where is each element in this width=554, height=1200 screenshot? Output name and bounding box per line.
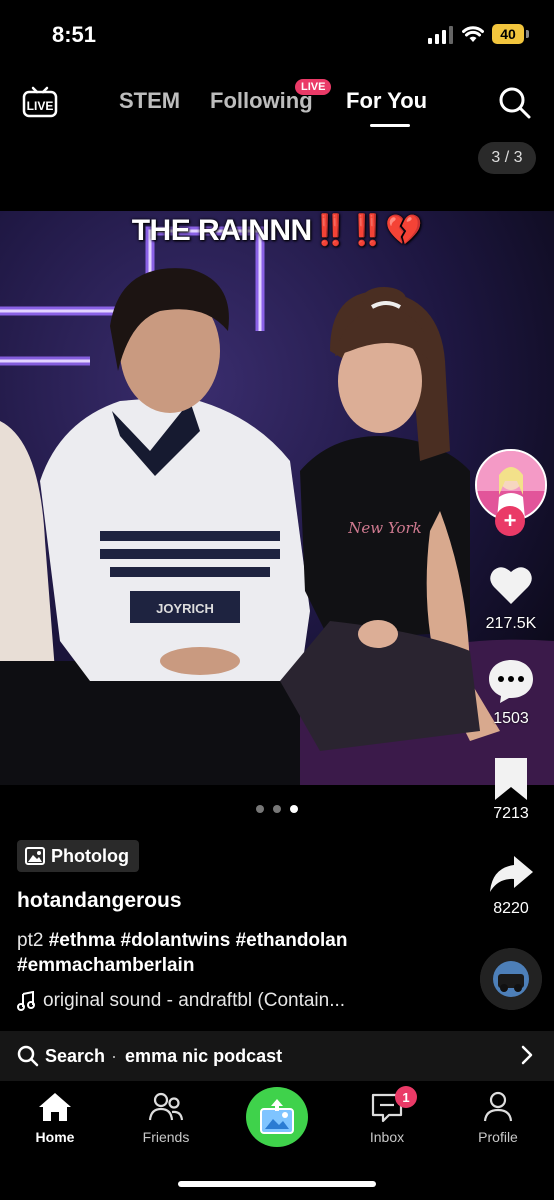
nav-friends-label: Friends [142,1129,190,1145]
photo-caption-text: THE RAINNN [131,214,313,247]
hashtags[interactable]: #ethma #dolantwins #ethandolan #emmacham… [17,930,347,976]
save-count: 7213 [493,805,529,822]
home-icon [39,1093,71,1121]
nav-home[interactable]: Home [5,1091,105,1145]
post-photo[interactable]: JOYRICH New York [0,211,554,785]
home-indicator[interactable] [178,1181,376,1187]
shirt-text: JOYRICH [156,601,214,616]
search-suggestion-bar[interactable]: Search · emma nic podcast [0,1031,554,1081]
photo-icon [25,847,45,865]
status-time: 8:51 [52,22,97,47]
like-count: 217.5K [485,615,537,632]
comment-count: 1503 [493,710,529,727]
create-photo-button[interactable] [246,1087,308,1147]
sound-disc[interactable] [480,948,542,1010]
active-tab-indicator [370,124,410,127]
description-prefix: pt2 [17,930,49,951]
friends-icon [148,1092,184,1121]
battery-tip [526,30,529,38]
sound-title: original sound - andraftbl (Contain... [43,990,346,1011]
search-icon[interactable] [496,84,532,120]
live-icon-text: LIVE [27,99,54,113]
photo-caption-emoji: ‼️‼️💔 [311,214,423,247]
tab-stem[interactable]: STEM [119,88,180,114]
inbox-notification-badge: 1 [395,1086,417,1108]
nav-profile-label: Profile [478,1129,518,1145]
shirt-text-2: New York [347,519,422,537]
nav-inbox-label: Inbox [369,1129,405,1145]
music-note-icon [17,991,35,1011]
nav-inbox[interactable]: Inbox [337,1091,437,1145]
carousel-dot-active[interactable] [290,805,298,813]
comment-icon[interactable] [486,656,536,706]
live-badge: LIVE [295,79,332,95]
tab-for-you[interactable]: For You [346,88,427,114]
creator-username[interactable]: hotandangerous [17,889,182,913]
carousel-dot[interactable] [256,805,264,813]
search-separator: · [111,1045,118,1066]
wifi-icon [462,26,484,42]
nav-home-label: Home [35,1129,75,1145]
share-icon[interactable] [486,850,536,900]
follow-button[interactable]: + [495,506,525,536]
upload-photo-icon [260,1099,294,1134]
sound-link[interactable]: original sound - andraftbl (Contain... [17,990,345,1012]
bookmark-icon[interactable] [486,754,536,804]
search-query: emma nic podcast [125,1045,283,1066]
post-description[interactable]: pt2 #ethma #dolantwins #ethandolan #emma… [17,928,457,978]
search-label: Search [45,1045,106,1066]
nav-profile[interactable]: Profile [448,1091,548,1145]
profile-icon [483,1091,513,1122]
photo-caption: THE RAINNN‼️‼️💔 [0,213,554,248]
nav-friends[interactable]: Friends [116,1091,216,1145]
chevron-right-icon [521,1045,533,1065]
share-count: 8220 [493,900,529,917]
photo-counter: 3 / 3 [478,142,536,174]
photolog-badge[interactable]: Photolog [17,840,139,872]
search-icon [17,1045,39,1067]
photolog-label: Photolog [51,845,129,866]
live-tv-icon[interactable]: LIVE [22,84,58,120]
cellular-signal-icon [428,26,453,44]
carousel-dot[interactable] [273,805,281,813]
battery-indicator: 40 [492,24,524,44]
heart-icon[interactable] [486,560,536,610]
